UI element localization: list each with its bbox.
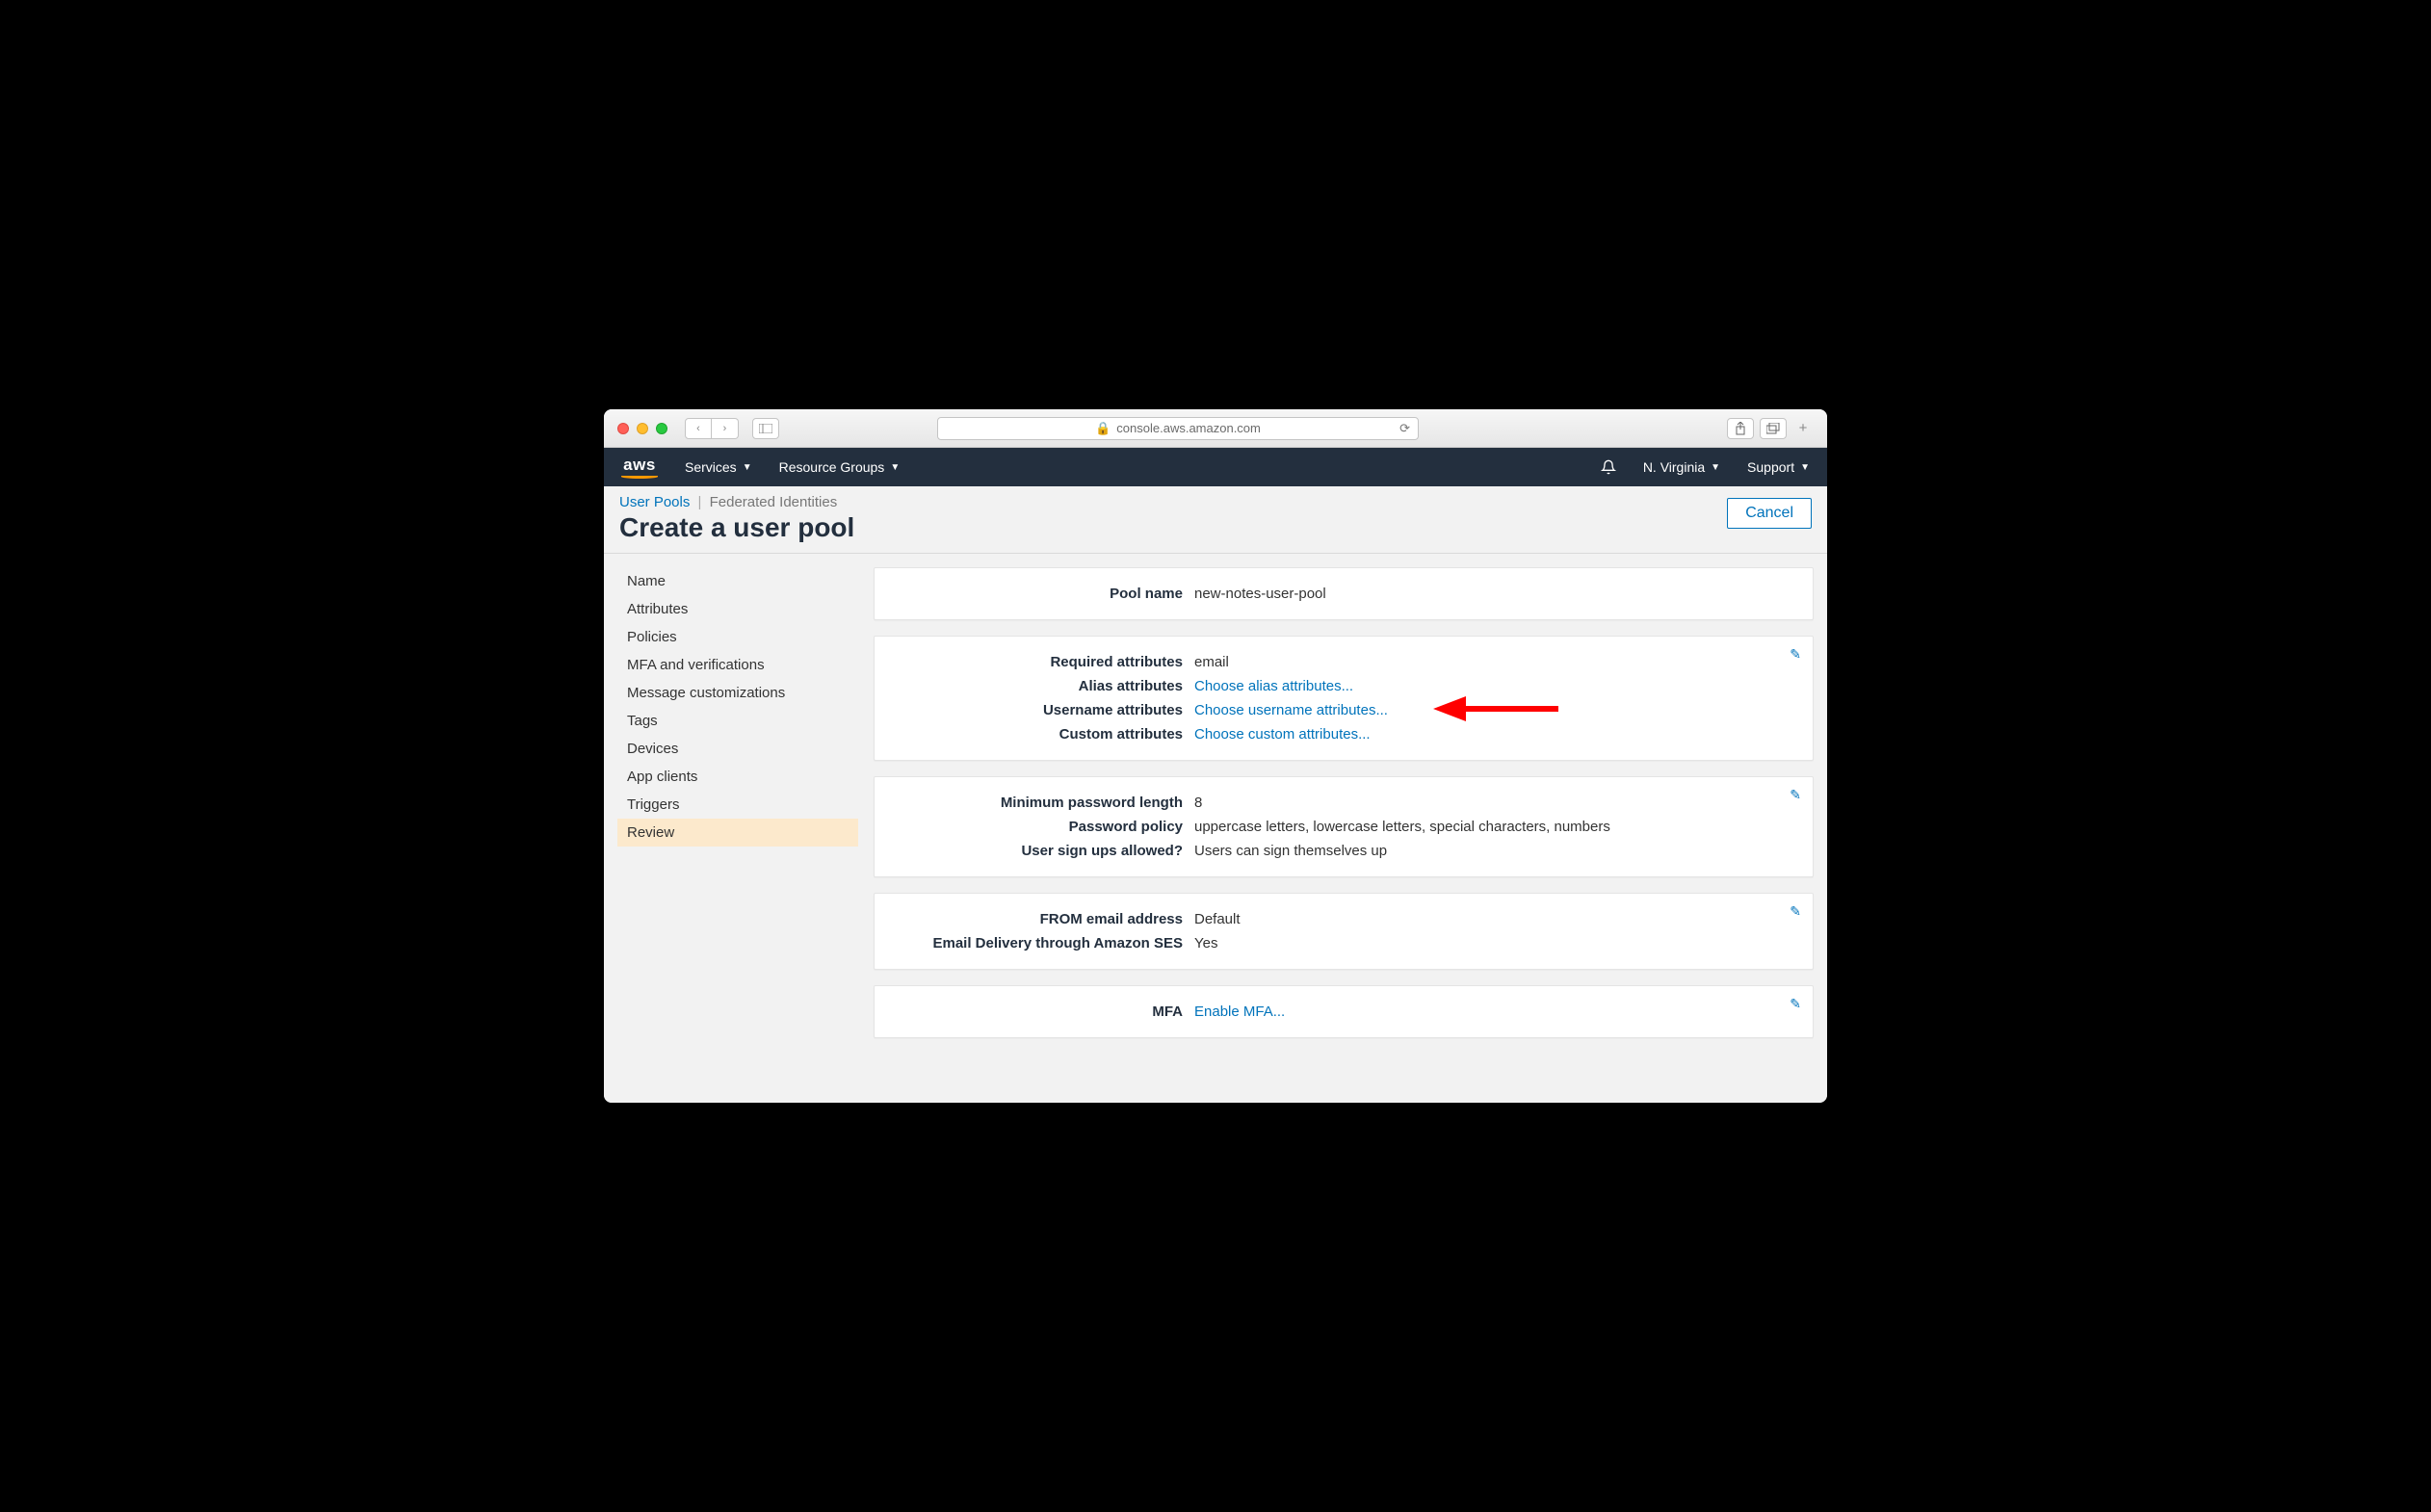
row-value-link[interactable]: Choose alias attributes...: [1194, 678, 1353, 694]
summary-row: Email Delivery through Amazon SES Yes: [894, 931, 1793, 955]
new-tab-button[interactable]: +: [1792, 418, 1814, 439]
summary-row: Alias attributes Choose alias attributes.…: [894, 674, 1793, 698]
sidebar-item-message-customizations[interactable]: Message customizations: [617, 679, 858, 707]
crumb-federated[interactable]: Federated Identities: [710, 494, 838, 510]
breadcrumb: User Pools | Federated Identities: [619, 494, 854, 510]
summary-row: Pool name new-notes-user-pool: [894, 582, 1793, 606]
nav-groups-label: Resource Groups: [779, 459, 885, 475]
lock-icon: 🔒: [1095, 421, 1111, 436]
cancel-button[interactable]: Cancel: [1727, 498, 1812, 529]
page-title: Create a user pool: [619, 512, 854, 543]
tabs-button[interactable]: [1760, 418, 1787, 439]
row-label: MFA: [894, 1004, 1183, 1020]
summary-row: Password policy uppercase letters, lowerc…: [894, 815, 1793, 839]
wizard-sidebar: NameAttributesPoliciesMFA and verificati…: [617, 567, 858, 1089]
nav-buttons: ‹ ›: [685, 418, 739, 439]
sidebar-item-app-clients[interactable]: App clients: [617, 763, 858, 791]
browser-window: ‹ › 🔒 console.aws.amazon.com ⟳ + aws Ser…: [604, 409, 1827, 1103]
sidebar-icon: [759, 424, 772, 433]
nav-region[interactable]: N. Virginia ▼: [1643, 459, 1720, 475]
row-value: email: [1194, 654, 1229, 670]
chevron-down-icon: ▼: [890, 462, 900, 473]
notifications-button[interactable]: [1601, 459, 1616, 475]
sidebar-toggle-button[interactable]: [752, 418, 779, 439]
back-button[interactable]: ‹: [685, 418, 712, 439]
sidebar-item-triggers[interactable]: Triggers: [617, 791, 858, 819]
forward-button[interactable]: ›: [712, 418, 739, 439]
row-label: User sign ups allowed?: [894, 843, 1183, 859]
sidebar-item-mfa-and-verifications[interactable]: MFA and verifications: [617, 651, 858, 679]
row-label: Email Delivery through Amazon SES: [894, 935, 1183, 952]
nav-support[interactable]: Support ▼: [1747, 459, 1810, 475]
row-value: Default: [1194, 911, 1241, 927]
summary-row: Username attributes Choose username attri…: [894, 698, 1793, 722]
row-value-link[interactable]: Choose custom attributes...: [1194, 726, 1371, 743]
row-label: FROM email address: [894, 911, 1183, 927]
sidebar-item-devices[interactable]: Devices: [617, 735, 858, 763]
summary-card: ✎Required attributesemailAlias attribute…: [874, 636, 1814, 761]
content: Pool namenew-notes-user-pool✎Required at…: [874, 567, 1814, 1089]
summary-card: ✎MFAEnable MFA...: [874, 985, 1814, 1038]
row-value: Users can sign themselves up: [1194, 843, 1387, 859]
summary-row: Required attributes email: [894, 650, 1793, 674]
subheader: User Pools | Federated Identities Create…: [604, 486, 1827, 554]
summary-card: ✎Minimum password length8Password policy…: [874, 776, 1814, 877]
traffic-lights: [617, 423, 667, 434]
nav-services[interactable]: Services ▼: [685, 459, 752, 475]
summary-row: FROM email address Default: [894, 907, 1793, 931]
summary-row: Custom attributes Choose custom attribute…: [894, 722, 1793, 746]
row-label: Password policy: [894, 819, 1183, 835]
row-label: Pool name: [894, 586, 1183, 602]
sidebar-item-policies[interactable]: Policies: [617, 623, 858, 651]
summary-row: Minimum password length 8: [894, 791, 1793, 815]
summary-card: Pool name new-notes-user-pool: [874, 567, 1814, 620]
aws-logo[interactable]: aws: [621, 456, 658, 479]
row-value: uppercase letters, lowercase letters, sp…: [1194, 819, 1610, 835]
sidebar-item-name[interactable]: Name: [617, 567, 858, 595]
row-label: Alias attributes: [894, 678, 1183, 694]
sidebar-item-review[interactable]: Review: [617, 819, 858, 847]
row-label: Custom attributes: [894, 726, 1183, 743]
summary-card: ✎FROM email addressDefaultEmail Delivery…: [874, 893, 1814, 970]
crumb-separator: |: [698, 494, 702, 510]
nav-region-label: N. Virginia: [1643, 459, 1705, 475]
row-value: new-notes-user-pool: [1194, 586, 1326, 602]
row-value-link[interactable]: Choose username attributes...: [1194, 702, 1388, 718]
share-button[interactable]: [1727, 418, 1754, 439]
browser-chrome: ‹ › 🔒 console.aws.amazon.com ⟳ +: [604, 409, 1827, 448]
url-bar[interactable]: 🔒 console.aws.amazon.com ⟳: [937, 417, 1419, 440]
maximize-window-button[interactable]: [656, 423, 667, 434]
sidebar-item-tags[interactable]: Tags: [617, 707, 858, 735]
share-icon: [1735, 422, 1746, 435]
row-value: 8: [1194, 795, 1202, 811]
summary-row: MFA Enable MFA...: [894, 1000, 1793, 1024]
sidebar-item-attributes[interactable]: Attributes: [617, 595, 858, 623]
chevron-down-icon: ▼: [1711, 462, 1720, 473]
main-area: NameAttributesPoliciesMFA and verificati…: [604, 554, 1827, 1103]
aws-topnav: aws Services ▼ Resource Groups ▼ N. Virg…: [604, 448, 1827, 486]
row-label: Username attributes: [894, 702, 1183, 718]
minimize-window-button[interactable]: [637, 423, 648, 434]
chevron-down-icon: ▼: [743, 462, 752, 473]
tabs-icon: [1766, 423, 1780, 434]
row-label: Required attributes: [894, 654, 1183, 670]
refresh-icon[interactable]: ⟳: [1399, 421, 1410, 436]
close-window-button[interactable]: [617, 423, 629, 434]
summary-row: User sign ups allowed? Users can sign the…: [894, 839, 1793, 863]
url-text: console.aws.amazon.com: [1116, 421, 1261, 435]
row-label: Minimum password length: [894, 795, 1183, 811]
nav-support-label: Support: [1747, 459, 1794, 475]
row-value: Yes: [1194, 935, 1217, 952]
nav-services-label: Services: [685, 459, 737, 475]
crumb-user-pools[interactable]: User Pools: [619, 494, 690, 510]
row-value-link[interactable]: Enable MFA...: [1194, 1004, 1285, 1020]
nav-resource-groups[interactable]: Resource Groups ▼: [779, 459, 901, 475]
bell-icon: [1601, 459, 1616, 475]
chevron-down-icon: ▼: [1800, 462, 1810, 473]
